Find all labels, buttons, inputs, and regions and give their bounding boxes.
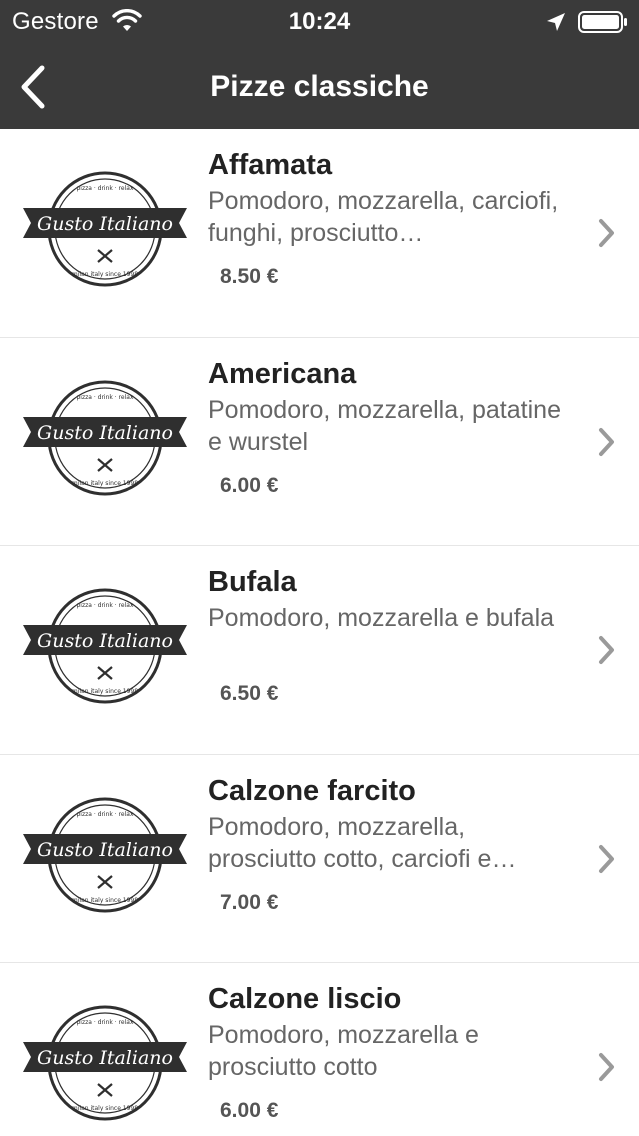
- pizza-description: Pomodoro, mozzarella e bufala: [208, 604, 555, 632]
- pizza-price: 8.50 €: [220, 265, 279, 288]
- list-item[interactable]: Gusto Italiano pizza · drink · relax mil…: [0, 963, 639, 1136]
- pizza-name: Affamata: [208, 149, 333, 181]
- pizza-price: 6.50 €: [220, 682, 279, 705]
- svg-text:milan italy since 1998: milan italy since 1998: [72, 897, 138, 904]
- svg-text:pizza · drink · relax: pizza · drink · relax: [76, 811, 133, 818]
- pizza-description: Pomodoro, mozzarella e prosciutto cotto: [208, 1021, 479, 1081]
- clock: 10:24: [288, 8, 351, 35]
- gusto-italiano-logo: Gusto Italiano pizza · drink · relax mil…: [23, 380, 187, 495]
- chevron-right-icon: [599, 636, 614, 664]
- svg-text:pizza · drink · relax: pizza · drink · relax: [76, 185, 133, 192]
- gusto-italiano-logo: Gusto Italiano pizza · drink · relax mil…: [23, 1005, 187, 1121]
- list-item[interactable]: Gusto Italiano pizza · drink · relax mil…: [0, 754, 639, 963]
- pizza-name: Americana: [208, 357, 357, 390]
- svg-text:Gusto Italiano: Gusto Italiano: [37, 630, 173, 652]
- pizza-name: Bufala: [208, 566, 297, 598]
- gusto-italiano-logo: Gusto Italiano pizza · drink · relax mil…: [23, 797, 187, 912]
- chevron-right-icon: [599, 219, 614, 247]
- svg-text:pizza · drink · relax: pizza · drink · relax: [76, 602, 133, 609]
- navigation-bar: Pizze classiche: [0, 44, 639, 129]
- svg-text:milan italy since 1998: milan italy since 1998: [72, 271, 138, 278]
- svg-text:milan italy since 1998: milan italy since 1998: [72, 1105, 138, 1112]
- list-item[interactable]: Gusto Italiano pizza · drink · relax mil…: [0, 546, 639, 755]
- pizza-name: Calzone liscio: [208, 983, 402, 1015]
- svg-text:Gusto Italiano: Gusto Italiano: [37, 422, 173, 444]
- location-arrow-icon: [547, 13, 565, 31]
- svg-text:milan italy since 1998: milan italy since 1998: [72, 480, 138, 487]
- pizza-price: 6.00 €: [220, 473, 279, 497]
- battery-icon: [578, 11, 627, 33]
- svg-text:milan italy since 1998: milan italy since 1998: [72, 688, 138, 695]
- pizza-description: Pomodoro, mozzarella, carciofi, funghi, …: [208, 187, 559, 247]
- svg-text:Gusto Italiano: Gusto Italiano: [37, 213, 173, 235]
- page-title: Pizze classiche: [210, 70, 429, 103]
- pizza-description: Pomodoro, mozzarella, patatine e wurstel: [208, 395, 561, 456]
- svg-text:pizza · drink · relax: pizza · drink · relax: [76, 394, 133, 401]
- gusto-italiano-logo: Gusto Italiano pizza · drink · relax mil…: [23, 588, 187, 704]
- pizza-description: Pomodoro, mozzarella, prosciutto cotto, …: [208, 812, 517, 873]
- pizza-price: 7.00 €: [220, 890, 279, 914]
- list-item[interactable]: Gusto Italiano pizza · drink · relax mil…: [0, 129, 639, 338]
- chevron-right-icon: [599, 844, 614, 873]
- pizza-name: Calzone farcito: [208, 774, 416, 807]
- status-bar: Gestore 10:24: [0, 0, 639, 44]
- list-item[interactable]: Gusto Italiano pizza · drink · relax mil…: [0, 337, 639, 546]
- svg-text:pizza · drink · relax: pizza · drink · relax: [76, 1019, 133, 1026]
- pizza-list: Gusto Italiano pizza · drink · relax mil…: [0, 129, 639, 1136]
- chevron-right-icon: [599, 427, 614, 456]
- svg-text:Gusto Italiano: Gusto Italiano: [37, 839, 173, 861]
- pizza-price: 6.00 €: [220, 1099, 279, 1122]
- chevron-right-icon: [599, 1053, 614, 1081]
- svg-text:Gusto Italiano: Gusto Italiano: [37, 1047, 173, 1069]
- gusto-italiano-logo: Gusto Italiano pizza · drink · relax mil…: [23, 171, 187, 287]
